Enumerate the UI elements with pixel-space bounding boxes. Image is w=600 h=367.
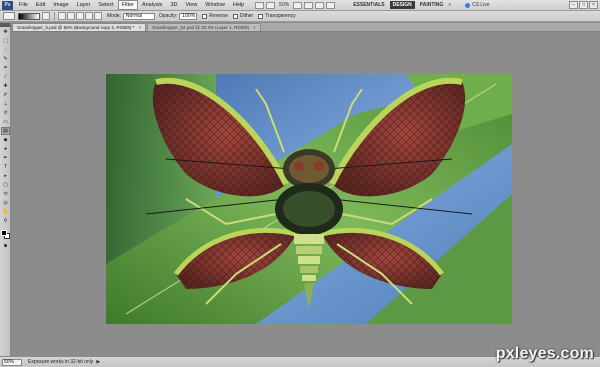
menu-view[interactable]: View [181, 0, 201, 11]
grasshopper-artwork [106, 74, 512, 324]
tab-document-2[interactable]: Grasshopper_b2.psd @ 33.3% (Layer 1, RGB… [147, 23, 261, 31]
tab-document-1[interactable]: Grasshopper_b.psd @ 50% (Background copy… [12, 23, 147, 31]
close-icon[interactable]: × [253, 24, 256, 31]
hand-tool-icon[interactable]: ✋ [1, 208, 10, 216]
checkbox-box [202, 13, 208, 19]
menu-analysis[interactable]: Analysis [138, 0, 166, 11]
mini-bridge-icon[interactable] [266, 1, 276, 9]
workspace-more-button[interactable]: » [448, 2, 451, 8]
menu-select[interactable]: Select [94, 0, 117, 11]
cs-live-icon [465, 2, 471, 8]
reverse-label: Reverse [209, 13, 228, 19]
reflected-gradient-icon[interactable] [85, 12, 93, 20]
quick-mask-icon[interactable]: ◙ [1, 242, 10, 250]
menu-help[interactable]: Help [229, 0, 248, 11]
quick-select-tool-icon[interactable]: ✎ [1, 55, 10, 63]
status-menu-arrow-icon[interactable]: ▶ [96, 359, 100, 365]
type-tool-icon[interactable]: T [1, 163, 10, 171]
3d-rotate-tool-icon[interactable]: ⟲ [1, 190, 10, 198]
dither-checkbox[interactable]: Dither [232, 13, 254, 19]
minimize-icon[interactable]: – [569, 1, 578, 9]
menu-bar: Ps File Edit Image Layer Select Filter A… [0, 0, 600, 11]
transparency-checkbox[interactable]: Transparency [258, 13, 296, 19]
hand-tool-icon[interactable] [293, 1, 303, 9]
color-swatches[interactable] [0, 229, 11, 241]
toolbox: ✥ ⬚ ◌ ✎ ⌗ ⁄ ✚ ✐ ⊥ ↺ ▭ ▤ ◆ ● ✒ T ▸ ▢ ⟲ ◎ … [0, 23, 11, 356]
lasso-tool-icon[interactable]: ◌ [1, 46, 10, 54]
mode-select[interactable]: Normal [122, 12, 155, 20]
radial-gradient-icon[interactable] [67, 12, 75, 20]
workspace-design-button[interactable]: DESIGN [389, 1, 415, 9]
checkbox-box [232, 13, 238, 19]
menu-file[interactable]: File [15, 0, 32, 11]
app-widgets: 50% [254, 1, 336, 9]
toolbox-grip[interactable] [0, 23, 10, 27]
gradient-picker[interactable] [18, 12, 40, 20]
zoom-tool-icon[interactable]: ⚲ [1, 217, 10, 225]
dodge-tool-icon[interactable]: ● [1, 145, 10, 153]
dither-label: Dither [239, 13, 254, 19]
gradient-dropdown-icon[interactable] [42, 12, 50, 20]
window-controls: – □ × [568, 1, 598, 9]
diamond-gradient-icon[interactable] [94, 12, 102, 20]
maximize-icon[interactable]: □ [579, 1, 588, 9]
zoom-level-readout[interactable]: 50% [279, 2, 289, 8]
opacity-field[interactable]: 100% [179, 12, 198, 20]
status-info: Exposure works in 32-bit only [28, 359, 94, 365]
bridge-icon[interactable] [255, 1, 265, 9]
path-selection-tool-icon[interactable]: ▸ [1, 172, 10, 180]
eyedropper-tool-icon[interactable]: ⁄ [1, 73, 10, 81]
gradient-tool-icon[interactable]: ▤ [1, 127, 10, 135]
blur-tool-icon[interactable]: ◆ [1, 136, 10, 144]
foreground-color-swatch[interactable] [1, 230, 7, 236]
opacity-label: Opacity: [158, 13, 178, 19]
options-bar: Mode: Normal Opacity: 100% Reverse Dithe… [0, 11, 600, 22]
crop-tool-icon[interactable]: ⌗ [1, 64, 10, 72]
menu-filter[interactable]: Filter [117, 0, 138, 10]
menu-layer[interactable]: Layer [73, 0, 95, 11]
marquee-tool-icon[interactable]: ⬚ [1, 37, 10, 45]
menu-3d[interactable]: 3D [166, 0, 181, 11]
workspace-switcher: ESSENTIALS DESIGN PAINTING » [348, 1, 451, 9]
3d-orbit-tool-icon[interactable]: ◎ [1, 199, 10, 207]
menu-window[interactable]: Window [201, 0, 229, 11]
rotate-view-icon[interactable] [304, 1, 314, 9]
tab-label: Grasshopper_b.psd @ 50% (Background copy… [17, 25, 135, 30]
document-tabs: Grasshopper_b.psd @ 50% (Background copy… [12, 23, 600, 32]
photoshop-logo-icon: Ps [2, 0, 13, 10]
close-icon[interactable]: × [589, 1, 598, 9]
tool-preset-picker[interactable] [3, 12, 15, 20]
brush-tool-icon[interactable]: ✐ [1, 91, 10, 99]
eraser-tool-icon[interactable]: ▭ [1, 118, 10, 126]
menu-image[interactable]: Image [49, 0, 72, 11]
status-zoom-field[interactable]: 50% [2, 358, 22, 366]
healing-brush-tool-icon[interactable]: ✚ [1, 82, 10, 90]
screen-mode-icon[interactable] [326, 1, 336, 9]
close-icon[interactable]: × [138, 24, 141, 31]
document-canvas[interactable] [106, 74, 512, 324]
mode-label: Mode: [107, 13, 121, 19]
shape-tool-icon[interactable]: ▢ [1, 181, 10, 189]
transparency-label: Transparency [265, 13, 296, 19]
arrange-documents-icon[interactable] [315, 1, 325, 9]
reverse-checkbox[interactable]: Reverse [202, 13, 228, 19]
move-tool-icon[interactable]: ✥ [1, 28, 10, 36]
watermark: pxleyes.com [495, 345, 594, 362]
checkbox-box [258, 13, 264, 19]
angle-gradient-icon[interactable] [76, 12, 84, 20]
history-brush-tool-icon[interactable]: ↺ [1, 109, 10, 117]
workspace-essentials-button[interactable]: ESSENTIALS [350, 1, 387, 9]
canvas-area[interactable] [12, 33, 600, 356]
linear-gradient-icon[interactable] [58, 12, 66, 20]
cs-live-label: CS Live [472, 2, 490, 8]
workspace-painting-button[interactable]: PAINTING [417, 1, 447, 9]
clone-stamp-tool-icon[interactable]: ⊥ [1, 100, 10, 108]
menu-edit[interactable]: Edit [32, 0, 49, 11]
cs-live-button[interactable]: CS Live [465, 2, 490, 8]
tab-label: Grasshopper_b2.psd @ 33.3% (Layer 1, RGB… [152, 25, 250, 30]
pen-tool-icon[interactable]: ✒ [1, 154, 10, 162]
divider [54, 12, 55, 20]
